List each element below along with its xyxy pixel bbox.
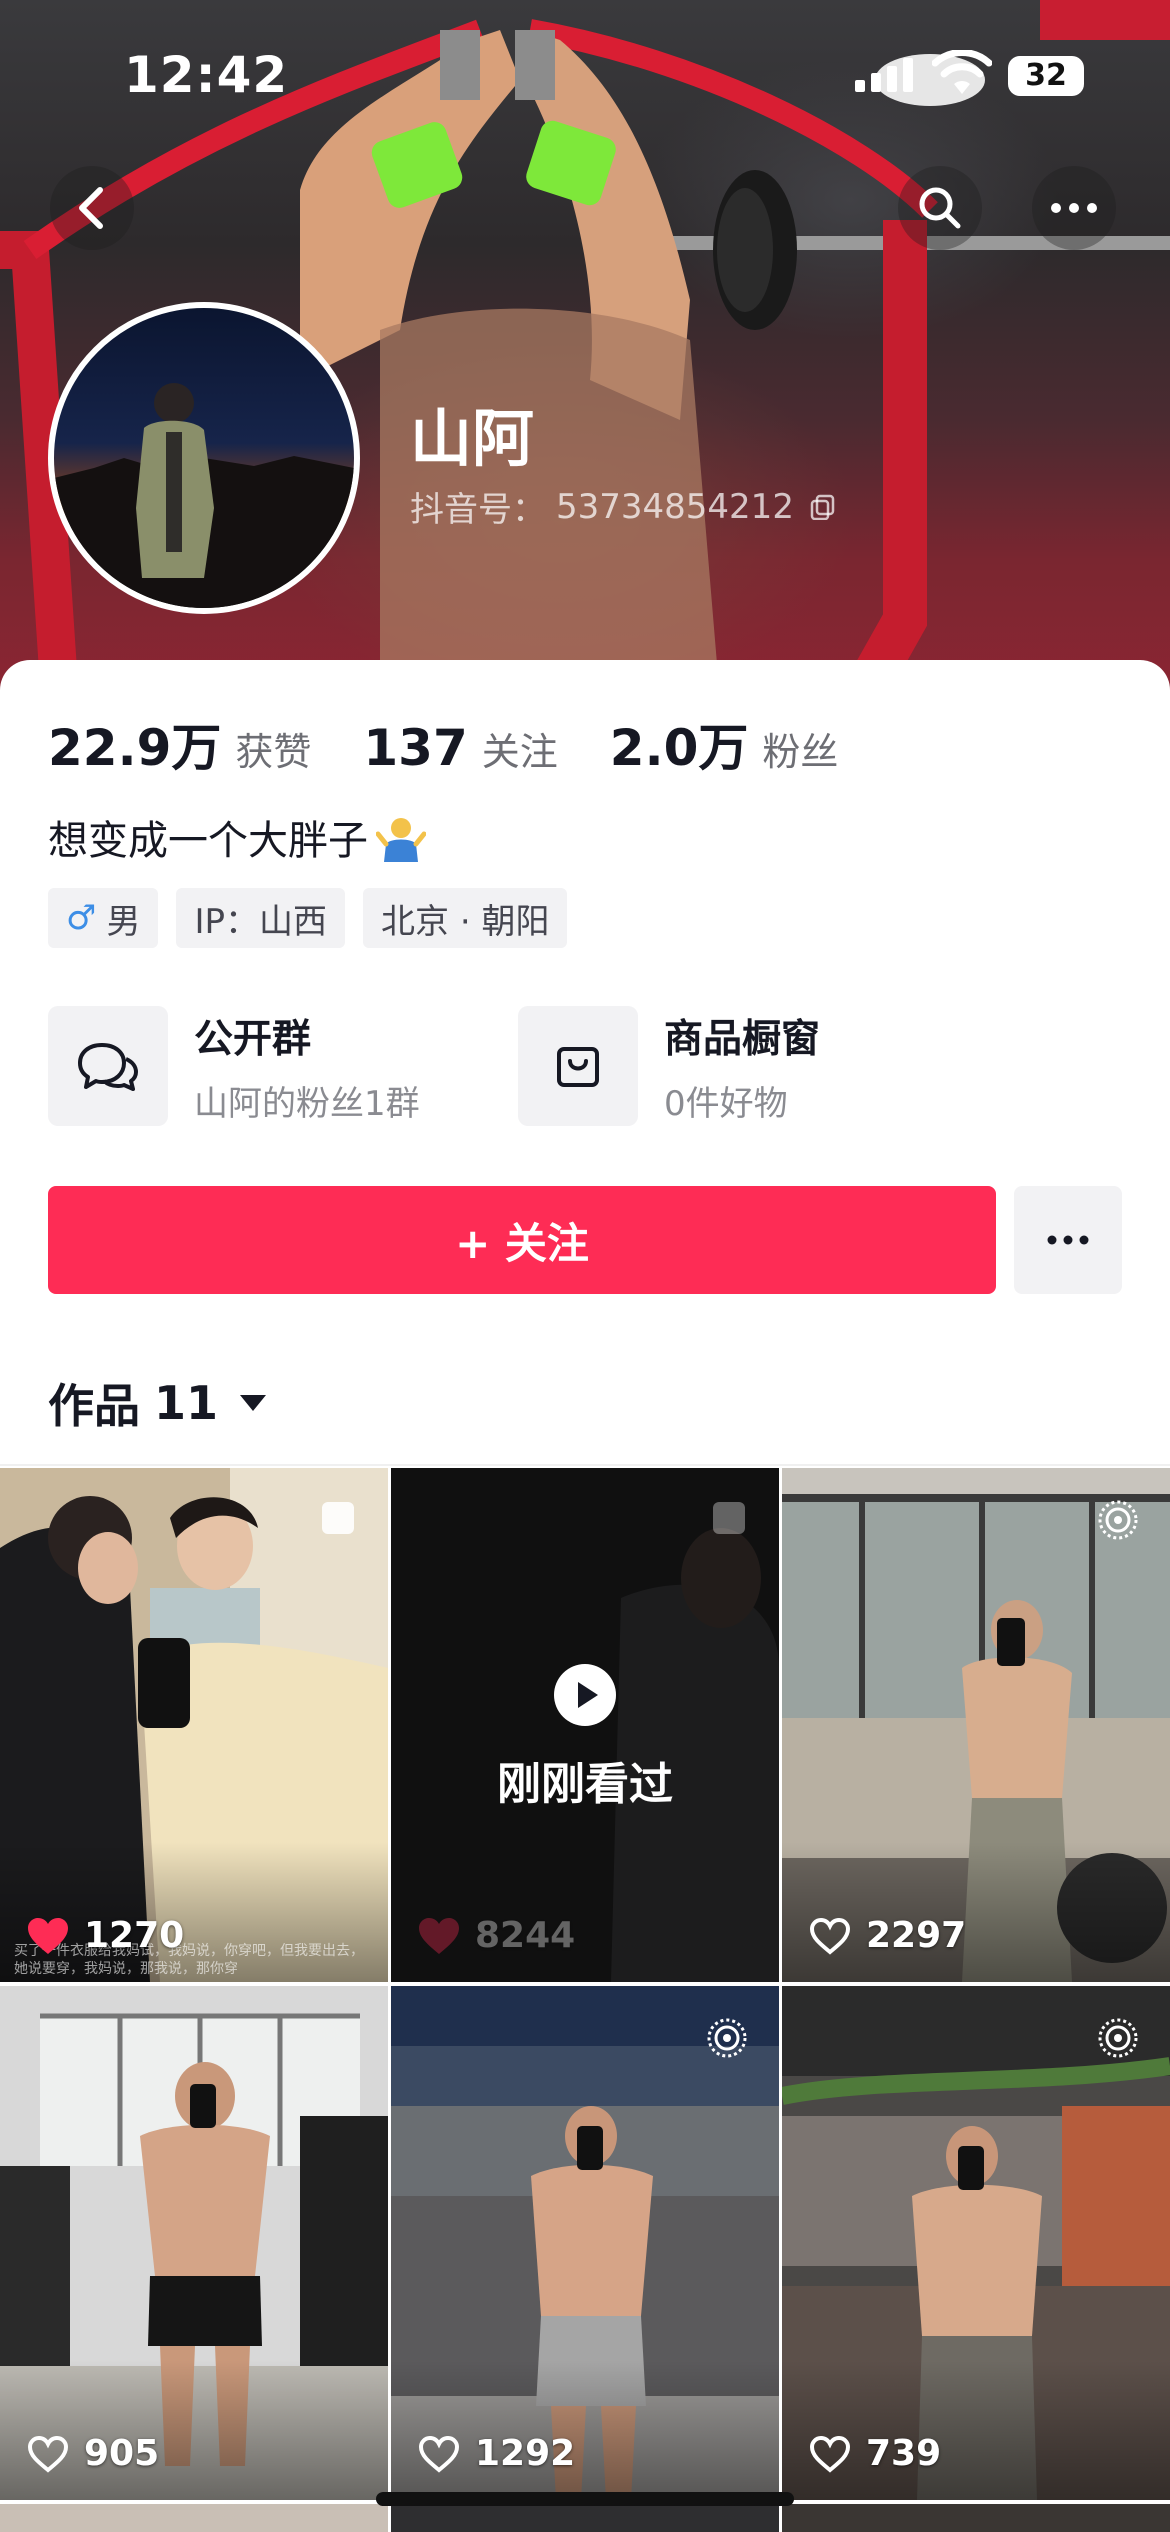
battery-indicator: 32 bbox=[1008, 56, 1084, 96]
douyin-id-label: 抖音号： bbox=[410, 490, 546, 530]
thumbnail-shade bbox=[0, 2360, 388, 2500]
stat-likes[interactable]: 22.9万 获赞 bbox=[48, 708, 311, 780]
heart-filled-icon bbox=[419, 1917, 459, 1954]
video-likes-count: 739 bbox=[866, 2433, 942, 2474]
video-item[interactable] bbox=[0, 2504, 388, 2532]
tag-gender: ♂ 男 bbox=[48, 888, 159, 948]
video-item[interactable]: 905 bbox=[0, 1986, 388, 2500]
more-options-button[interactable] bbox=[1032, 166, 1116, 250]
douyin-id[interactable]: 抖音号： 53734854212 bbox=[410, 482, 836, 531]
follow-button[interactable]: + 关注 bbox=[48, 1186, 996, 1294]
stat-followers-label: 粉丝 bbox=[762, 730, 839, 774]
status-time: 12:42 bbox=[124, 46, 289, 104]
stat-likes-value: 22.9万 bbox=[48, 719, 222, 777]
public-group-subtitle: 山阿的粉丝1群 bbox=[194, 1083, 420, 1124]
image-album-icon bbox=[322, 1502, 354, 1534]
video-likes: 1270 bbox=[26, 1915, 184, 1956]
video-item[interactable] bbox=[391, 2504, 779, 2532]
wifi-icon bbox=[932, 50, 992, 94]
tag-city-label: 北京 · 朝阳 bbox=[381, 901, 550, 942]
more-dots-icon bbox=[1051, 203, 1097, 213]
public-group-title: 公开群 bbox=[194, 1016, 312, 1062]
shop-window-subtitle: 0件好物 bbox=[664, 1083, 788, 1124]
stat-followers[interactable]: 2.0万 粉丝 bbox=[610, 708, 839, 780]
video-likes: 2297 bbox=[808, 1915, 966, 1956]
video-likes: 905 bbox=[26, 2433, 159, 2474]
caret-down-icon bbox=[240, 1395, 267, 1411]
stat-following-label: 关注 bbox=[481, 730, 558, 774]
more-actions-button[interactable] bbox=[1014, 1186, 1122, 1294]
copy-icon[interactable] bbox=[810, 494, 836, 520]
heart-filled-icon bbox=[28, 1917, 68, 1954]
play-icon bbox=[554, 1664, 616, 1726]
shop-window-title: 商品橱窗 bbox=[664, 1016, 821, 1062]
chat-bubbles-icon bbox=[48, 1006, 168, 1126]
recently-watched-badge: 刚刚看过 bbox=[391, 1664, 779, 1812]
works-label: 作品 bbox=[48, 1379, 140, 1433]
bio-text: 想变成一个大胖子 bbox=[48, 818, 368, 864]
video-item[interactable]: 2297 bbox=[782, 1468, 1170, 1982]
video-item[interactable] bbox=[782, 2504, 1170, 2532]
video-item[interactable]: 买了一件衣服给我妈试，我妈说，你穿吧，但我要出去，她说要穿，我妈说，那我说，那你… bbox=[0, 1468, 388, 1982]
profile-tags: ♂ 男 IP：山西 北京 · 朝阳 bbox=[48, 888, 568, 948]
video-likes-count: 2297 bbox=[866, 1915, 967, 1956]
stat-followers-value: 2.0万 bbox=[609, 719, 749, 777]
search-button[interactable] bbox=[898, 166, 982, 250]
profile-nickname: 山阿 bbox=[410, 402, 535, 475]
image-album-icon bbox=[713, 1502, 745, 1534]
video-likes-count: 8244 bbox=[475, 1915, 576, 1956]
stat-likes-label: 获赞 bbox=[235, 730, 312, 774]
profile-stats: 22.9万 获赞 137 关注 2.0万 粉丝 bbox=[48, 708, 890, 780]
works-count: 11 bbox=[154, 1376, 219, 1430]
live-photo-icon bbox=[1098, 2018, 1138, 2058]
more-dots-icon bbox=[1047, 1235, 1089, 1245]
profile-cover: 12:42 32 山阿 抖音号： 53734854212 bbox=[0, 0, 1170, 700]
video-item[interactable]: 1292 bbox=[391, 1986, 779, 2500]
video-likes: 8244 bbox=[417, 1915, 575, 1956]
stat-following[interactable]: 137 关注 bbox=[363, 719, 557, 777]
live-photo-icon bbox=[707, 2018, 747, 2058]
heart-outline-icon bbox=[418, 2435, 460, 2473]
status-bar: 12:42 32 bbox=[0, 0, 1170, 150]
tab-works[interactable]: 作品 11 bbox=[48, 1370, 267, 1436]
shop-window-entry[interactable]: 商品橱窗 0件好物 bbox=[518, 1006, 820, 1126]
home-indicator[interactable] bbox=[376, 2492, 794, 2506]
tag-ip-label: IP：山西 bbox=[194, 901, 328, 942]
thumbnail-shade bbox=[782, 1842, 1170, 1982]
back-button[interactable] bbox=[50, 166, 134, 250]
tag-city: 北京 · 朝阳 bbox=[363, 888, 568, 948]
public-group-entry[interactable]: 公开群 山阿的粉丝1群 bbox=[48, 1006, 420, 1126]
video-likes-count: 1292 bbox=[475, 2433, 576, 2474]
feature-entries: 公开群 山阿的粉丝1群 商品橱窗 0件好物 bbox=[48, 1006, 1122, 1126]
shrug-emoji-icon bbox=[376, 818, 426, 862]
heart-outline-icon bbox=[27, 2435, 69, 2473]
recently-watched-label: 刚刚看过 bbox=[497, 1759, 673, 1810]
video-likes-count: 1270 bbox=[84, 1915, 185, 1956]
video-likes: 1292 bbox=[417, 2433, 575, 2474]
search-icon bbox=[919, 187, 961, 229]
back-arrow-icon bbox=[79, 187, 103, 229]
tag-ip-location: IP：山西 bbox=[176, 888, 346, 948]
avatar[interactable] bbox=[48, 302, 360, 614]
video-item[interactable]: 刚刚看过 8244 bbox=[391, 1468, 779, 1982]
live-photo-icon bbox=[1098, 1500, 1138, 1540]
avatar-photo bbox=[54, 383, 354, 608]
video-likes: 739 bbox=[808, 2433, 941, 2474]
thumbnail-shade bbox=[391, 2360, 779, 2500]
video-likes-count: 905 bbox=[84, 2433, 160, 2474]
tag-gender-label: 男 bbox=[106, 901, 141, 942]
shopping-bag-icon bbox=[518, 1006, 638, 1126]
follow-button-label: + 关注 bbox=[455, 1218, 589, 1268]
heart-outline-icon bbox=[809, 2435, 851, 2473]
thumbnail-shade bbox=[782, 2360, 1170, 2500]
tab-divider bbox=[0, 1464, 1170, 1466]
douyin-id-value: 53734854212 bbox=[556, 486, 794, 527]
stat-following-value: 137 bbox=[363, 719, 468, 777]
heart-outline-icon bbox=[809, 1917, 851, 1955]
cellular-signal-icon bbox=[855, 58, 913, 92]
male-icon: ♂ bbox=[66, 898, 97, 938]
video-item[interactable]: 739 bbox=[782, 1986, 1170, 2500]
profile-bio: 想变成一个大胖子 bbox=[48, 808, 426, 866]
